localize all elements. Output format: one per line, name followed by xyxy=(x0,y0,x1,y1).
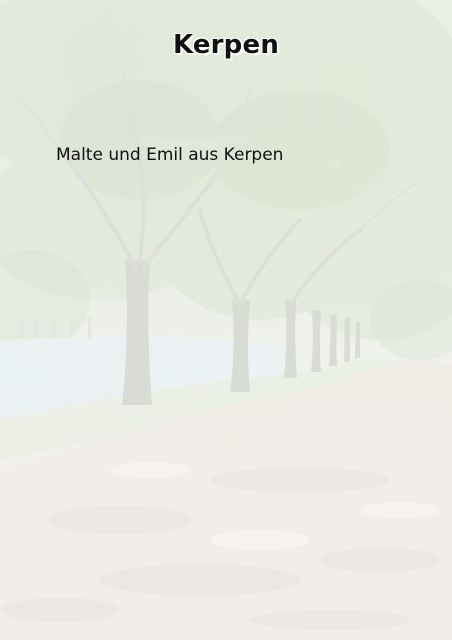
page-title: Kerpen xyxy=(172,30,280,60)
book-cover: Kerpen Malte und Emil aus Kerpen xyxy=(0,0,452,640)
background-photo-tree-alley xyxy=(0,0,452,640)
page-subtitle: Malte und Emil aus Kerpen xyxy=(56,145,284,165)
